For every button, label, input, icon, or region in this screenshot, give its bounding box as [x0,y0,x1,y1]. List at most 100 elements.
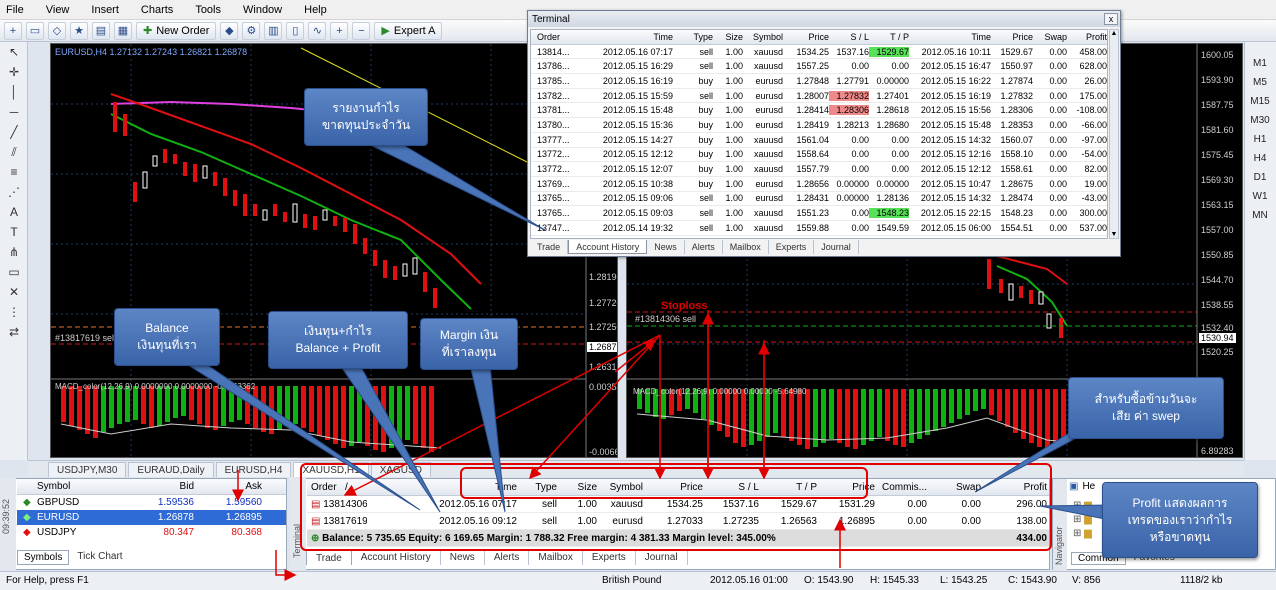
metaeditor-icon[interactable]: ◆ [220,21,239,40]
tw-tab-experts[interactable]: Experts [769,240,815,254]
channel-icon[interactable]: ⫽ [0,142,28,162]
timeframe-m30[interactable]: M30 [1245,111,1275,130]
text-icon[interactable]: A [0,202,28,222]
history-row[interactable]: 13782... 2012.05.15 15:59 sell 1.00 eurusd 1.… [531,89,1107,104]
arrows-icon[interactable]: ⇄ [0,322,28,342]
chart-tab-euraud[interactable]: EURAUD,Daily [128,462,214,477]
cycles-icon[interactable]: ⋮ [0,302,28,322]
tree-expand-icon[interactable]: ⊞ ▆ [1073,513,1092,527]
history-row[interactable]: 13772... 2012.05.15 12:07 buy 1.00 xauusd 155… [531,162,1107,177]
navigator-icon[interactable]: ▤ [92,21,110,40]
col-symbol[interactable]: Symbol [17,481,132,492]
tw-tab-account-history[interactable]: Account History [568,240,648,254]
history-row[interactable]: 13769... 2012.05.15 10:38 buy 1.00 eurusd 1.2… [531,177,1107,192]
tab-account-history[interactable]: Account History [352,550,441,565]
rectangle-icon[interactable]: ▭ [0,262,28,282]
menu-view[interactable]: View [46,4,70,16]
scroll-down-icon[interactable]: ▼ [1110,231,1118,238]
menu-help[interactable]: Help [304,4,327,16]
hcol-tp[interactable]: T / P [869,32,909,42]
label-icon[interactable]: T [0,222,28,242]
trendline-icon[interactable]: ╱ [0,122,28,142]
horizontal-line-icon[interactable]: ─ [0,102,28,122]
menu-charts[interactable]: Charts [141,4,173,16]
line-chart-icon[interactable]: ∿ [308,21,327,40]
market-watch-icon[interactable]: ◇ [48,21,66,40]
cursor-icon[interactable]: ↖ [0,42,28,62]
history-row[interactable]: 13781... 2012.05.15 15:48 buy 1.00 eurusd 1.2… [531,103,1107,119]
tree-expand-icon[interactable]: ⊞ ▆ [1073,499,1092,513]
fibonacci-icon[interactable]: ≡ [0,162,28,182]
timeframe-h4[interactable]: H4 [1245,149,1275,168]
history-row[interactable]: 13777... 2012.05.15 14:27 buy 1.00 xauusd 156… [531,133,1107,148]
close-icon[interactable]: x [1104,13,1118,25]
history-row[interactable]: 13765... 2012.05.15 09:06 sell 1.00 eurusd 1.… [531,192,1107,207]
terminal-window[interactable]: Terminal x Order Time Type Size Symbol P… [527,10,1121,257]
timeframe-m5[interactable]: M5 [1245,73,1275,92]
timeframe-h1[interactable]: H1 [1245,130,1275,149]
menu-insert[interactable]: Insert [91,4,119,16]
history-row[interactable]: 13814... 2012.05.16 07:17 sell 1.00 xauusd 15… [531,45,1107,60]
candle-chart-icon[interactable]: ▯ [286,21,305,40]
new-chart-icon[interactable]: + [4,21,22,40]
terminal-window-titlebar[interactable]: Terminal x [528,11,1120,27]
tab-journal[interactable]: Journal [636,550,688,565]
pitchfork-icon[interactable]: ⋔ [0,242,28,262]
history-row[interactable]: 13786... 2012.05.15 16:29 sell 1.00 xauusd 15… [531,59,1107,75]
options-icon[interactable]: ⚙ [242,21,261,40]
timeframe-m15[interactable]: M15 [1245,92,1275,111]
col-bid[interactable]: Bid [132,481,194,492]
hcol-size[interactable]: Size [713,32,743,42]
hcol-profit[interactable]: Profit [1067,32,1107,42]
timeframe-d1[interactable]: D1 [1245,168,1275,187]
timeframe-m1[interactable]: M1 [1245,54,1275,73]
scroll-up-icon[interactable]: ▲ [1110,30,1118,37]
zoom-out-icon[interactable]: − [352,21,371,40]
menu-window[interactable]: Window [243,4,282,16]
hcol-price[interactable]: Price [783,32,829,42]
menu-tools[interactable]: Tools [195,4,221,16]
hcol-time[interactable]: Time [583,32,673,42]
history-row[interactable]: 13739...2012.05.14 06:03sell1.00xauusd15… [531,236,1107,238]
tab-alerts[interactable]: Alerts [485,550,530,565]
history-row[interactable]: 13785... 2012.05.15 16:19 buy 1.00 eurusd 1.2… [531,74,1107,89]
hcol-sl[interactable]: S / L [829,32,869,42]
navigator-header[interactable]: ▣ He [1069,481,1095,492]
tw-tab-news[interactable]: News [647,240,685,254]
tw-tab-alerts[interactable]: Alerts [685,240,723,254]
tree-expand-icon[interactable]: ⊞ ▆ [1073,527,1092,541]
tw-tab-mailbox[interactable]: Mailbox [723,240,769,254]
profiles-icon[interactable]: ▭ [26,21,44,40]
hcol-symbol[interactable]: Symbol [743,32,783,42]
history-row[interactable]: 13772... 2012.05.15 12:12 buy 1.00 xauusd 155… [531,148,1107,163]
bar-chart-icon[interactable]: ▥ [264,21,283,40]
tab-news[interactable]: News [441,550,485,565]
vertical-line-icon[interactable]: │ [0,82,28,102]
navigator-tree[interactable]: ⊞ ▆ ⊞ ▆ ⊞ ▆ [1073,499,1092,541]
market-row-gbpusd[interactable]: ◆ GBPUSD 1.59536 1.59560 [17,495,286,510]
tab-mailbox[interactable]: Mailbox [529,550,583,565]
new-order-button[interactable]: ✚ New Order [136,21,217,40]
timeframe-w1[interactable]: W1 [1245,187,1275,206]
menu-file[interactable]: File [6,4,24,16]
timeframe-mn[interactable]: MN [1245,206,1275,225]
hcol-swap[interactable]: Swap [1033,32,1067,42]
hcol-type[interactable]: Type [673,32,713,42]
hcol-close-time[interactable]: Time [909,32,991,42]
tab-symbols[interactable]: Symbols [17,550,70,565]
expert-advisors-button[interactable]: ▶ Expert A [374,21,443,40]
chart-tab-usdjpy[interactable]: USDJPY,M30 [48,462,127,477]
history-row[interactable]: 13765... 2012.05.15 09:03 sell 1.00 xauusd 15… [531,206,1107,221]
history-row[interactable]: 13747... 2012.05.14 19:32 sell 1.00 xauusd 15… [531,221,1107,236]
tab-experts[interactable]: Experts [583,550,636,565]
history-row[interactable]: 13780... 2012.05.15 15:36 buy 1.00 eurusd 1.2… [531,118,1107,133]
tw-tab-trade[interactable]: Trade [530,240,569,254]
crosshair-icon[interactable]: ✛ [0,62,28,82]
market-row-eurusd[interactable]: ◆ EURUSD 1.26878 1.26895 [17,510,286,525]
fan-icon[interactable]: ⋰ [0,182,28,202]
zoom-in-icon[interactable]: + [330,21,349,40]
chart-tab-eurusd[interactable]: EURUSD,H4 [215,462,292,477]
favorites-icon[interactable]: ★ [70,21,88,40]
terminal-icon[interactable]: ▦ [114,21,132,40]
col-ask[interactable]: Ask [194,481,272,492]
